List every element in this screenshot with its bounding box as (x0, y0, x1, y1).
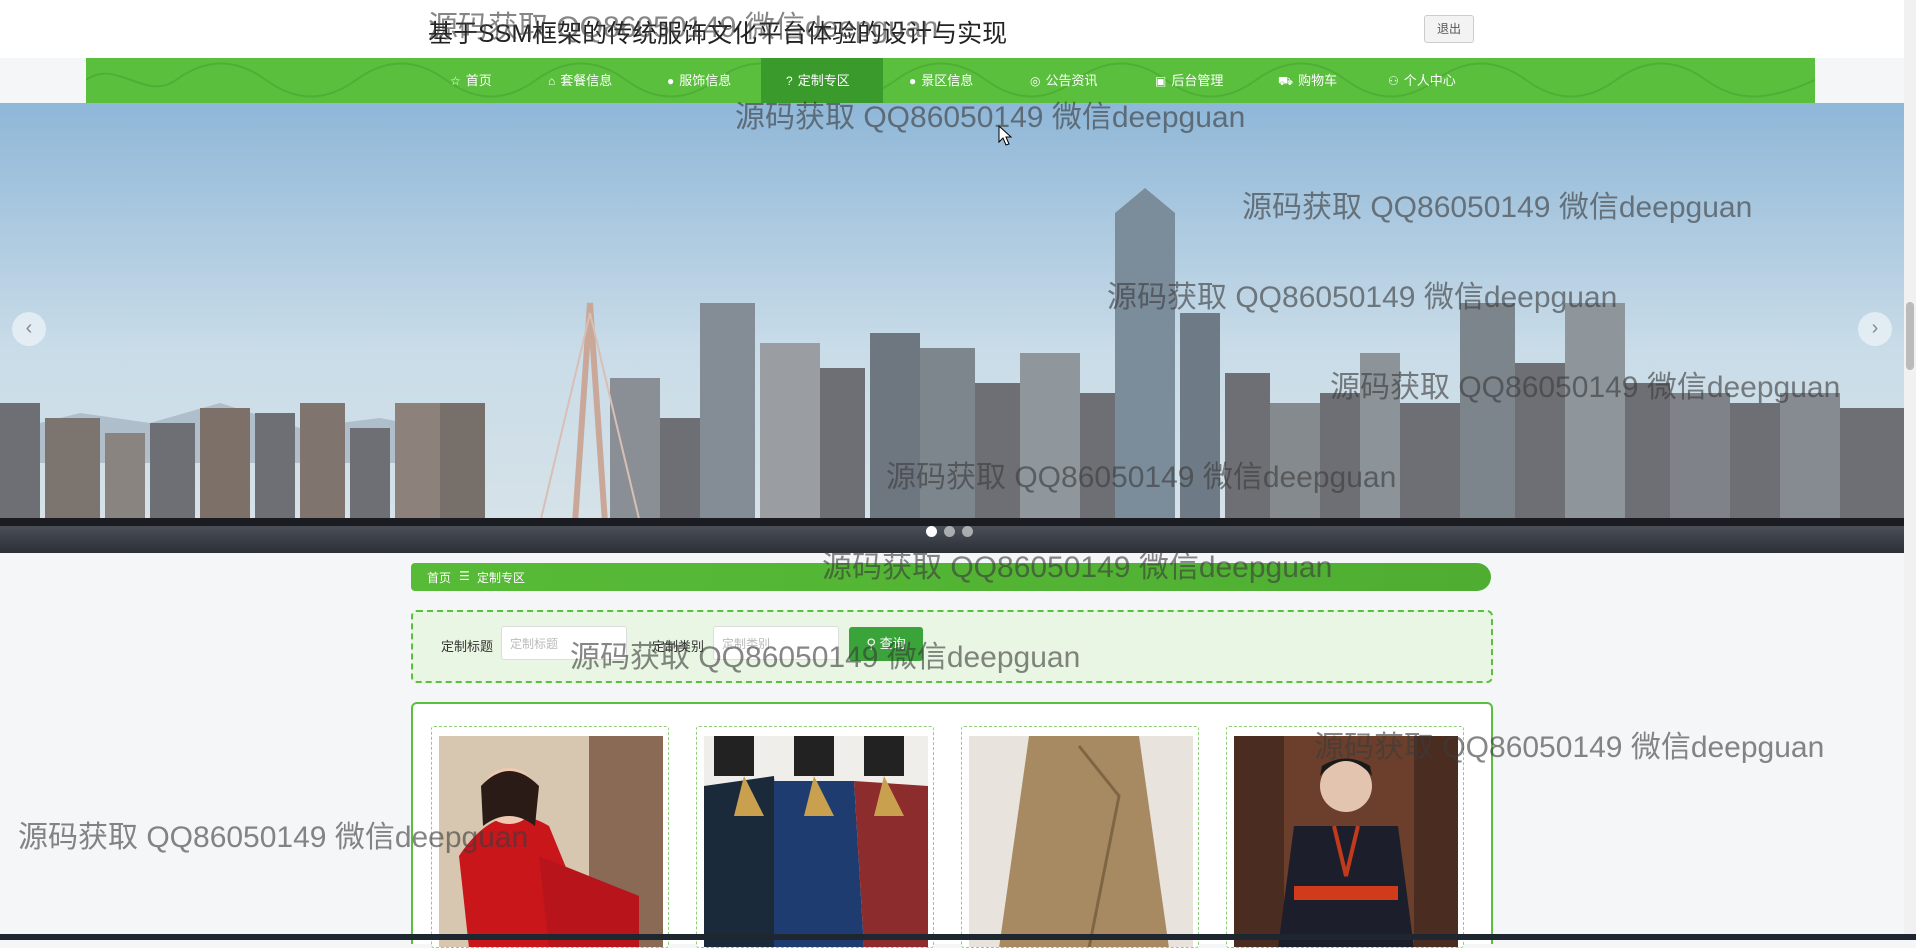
logout-button[interactable]: 退出 (1424, 15, 1474, 43)
info-icon: ● (667, 74, 675, 88)
breadcrumb-current: 定制专区 (477, 571, 526, 585)
search-button[interactable]: ⚲ 查询 (849, 627, 923, 661)
list-item[interactable] (961, 726, 1199, 948)
gift-icon: ▣ (1155, 74, 1167, 88)
custom-list (411, 702, 1493, 948)
nav-item-clothing[interactable]: ● 服饰信息 (661, 58, 737, 103)
site-title: 基于SSM框架的传统服饰文化平台体验的设计与实现 (428, 20, 1008, 48)
breadcrumb-home-link[interactable]: 首页 (427, 569, 451, 586)
question-icon: ? (786, 74, 793, 88)
nav-item-admin[interactable]: ▣ 后台管理 (1149, 58, 1229, 103)
bag-icon: ⌂ (548, 74, 556, 88)
nav-item-home[interactable]: ☆ 首页 (444, 58, 498, 103)
cart-icon: ⛟ (1278, 74, 1294, 88)
nav-item-cart[interactable]: ⛟ 购物车 (1272, 58, 1343, 103)
title-filter-label: 定制标题 (441, 639, 494, 654)
nav-item-news[interactable]: ◎ 公告资讯 (1024, 58, 1104, 103)
breadcrumb-separator-icon: ☰ (459, 569, 470, 583)
custom-image-official-robes (704, 736, 928, 947)
list-item[interactable] (1226, 726, 1464, 948)
nav-item-packages[interactable]: ⌂ 套餐信息 (542, 58, 618, 103)
list-item[interactable] (431, 726, 669, 948)
carousel-prev-button[interactable]: ‹ (12, 312, 46, 346)
os-taskbar (0, 934, 1916, 940)
breadcrumb: 首页 ☰ 定制专区 (411, 563, 1491, 591)
type-filter-label: 定制类别 (652, 639, 705, 654)
banner-carousel: ‹ › (0, 103, 1904, 553)
nav-item-custom[interactable]: ? 定制专区 (761, 58, 883, 103)
carousel-dot-1[interactable] (926, 526, 937, 537)
custom-image-beige-robe (969, 736, 1193, 947)
banner-image-city-skyline (0, 103, 1904, 553)
carousel-dot-3[interactable] (962, 526, 973, 537)
mouse-cursor-icon (998, 125, 1013, 146)
nav-item-scenic[interactable]: ● 景区信息 (903, 58, 979, 103)
carousel-dot-2[interactable] (944, 526, 955, 537)
info-icon: ● (909, 74, 917, 88)
type-filter-input[interactable]: 定制类别 (713, 626, 839, 660)
carousel-next-button[interactable]: › (1858, 312, 1892, 346)
search-panel: 定制标题 定制标题 定制类别 定制类别 ⚲ 查询 (411, 610, 1493, 683)
globe-icon: ◎ (1030, 74, 1041, 88)
custom-image-black-hanfu-man (1234, 736, 1458, 947)
user-icon: ⚇ (1388, 74, 1399, 88)
search-icon: ⚲ (866, 636, 880, 651)
page-scrollbar[interactable] (1904, 0, 1916, 940)
top-header: 基于SSM框架的传统服饰文化平台体验的设计与实现 退出 (0, 0, 1916, 58)
list-item[interactable] (696, 726, 934, 948)
title-filter-input[interactable]: 定制标题 (501, 626, 627, 660)
nav-item-profile[interactable]: ⚇ 个人中心 (1382, 58, 1462, 103)
scrollbar-thumb[interactable] (1906, 302, 1914, 370)
star-icon: ☆ (450, 74, 461, 88)
custom-image-red-hanfu (439, 736, 663, 947)
main-nav: ☆ 首页 ⌂ 套餐信息 ● 服饰信息 ? 定制专区 ● 景区信息 ◎ 公告资讯 ▣ 后台管理 … (86, 58, 1815, 103)
